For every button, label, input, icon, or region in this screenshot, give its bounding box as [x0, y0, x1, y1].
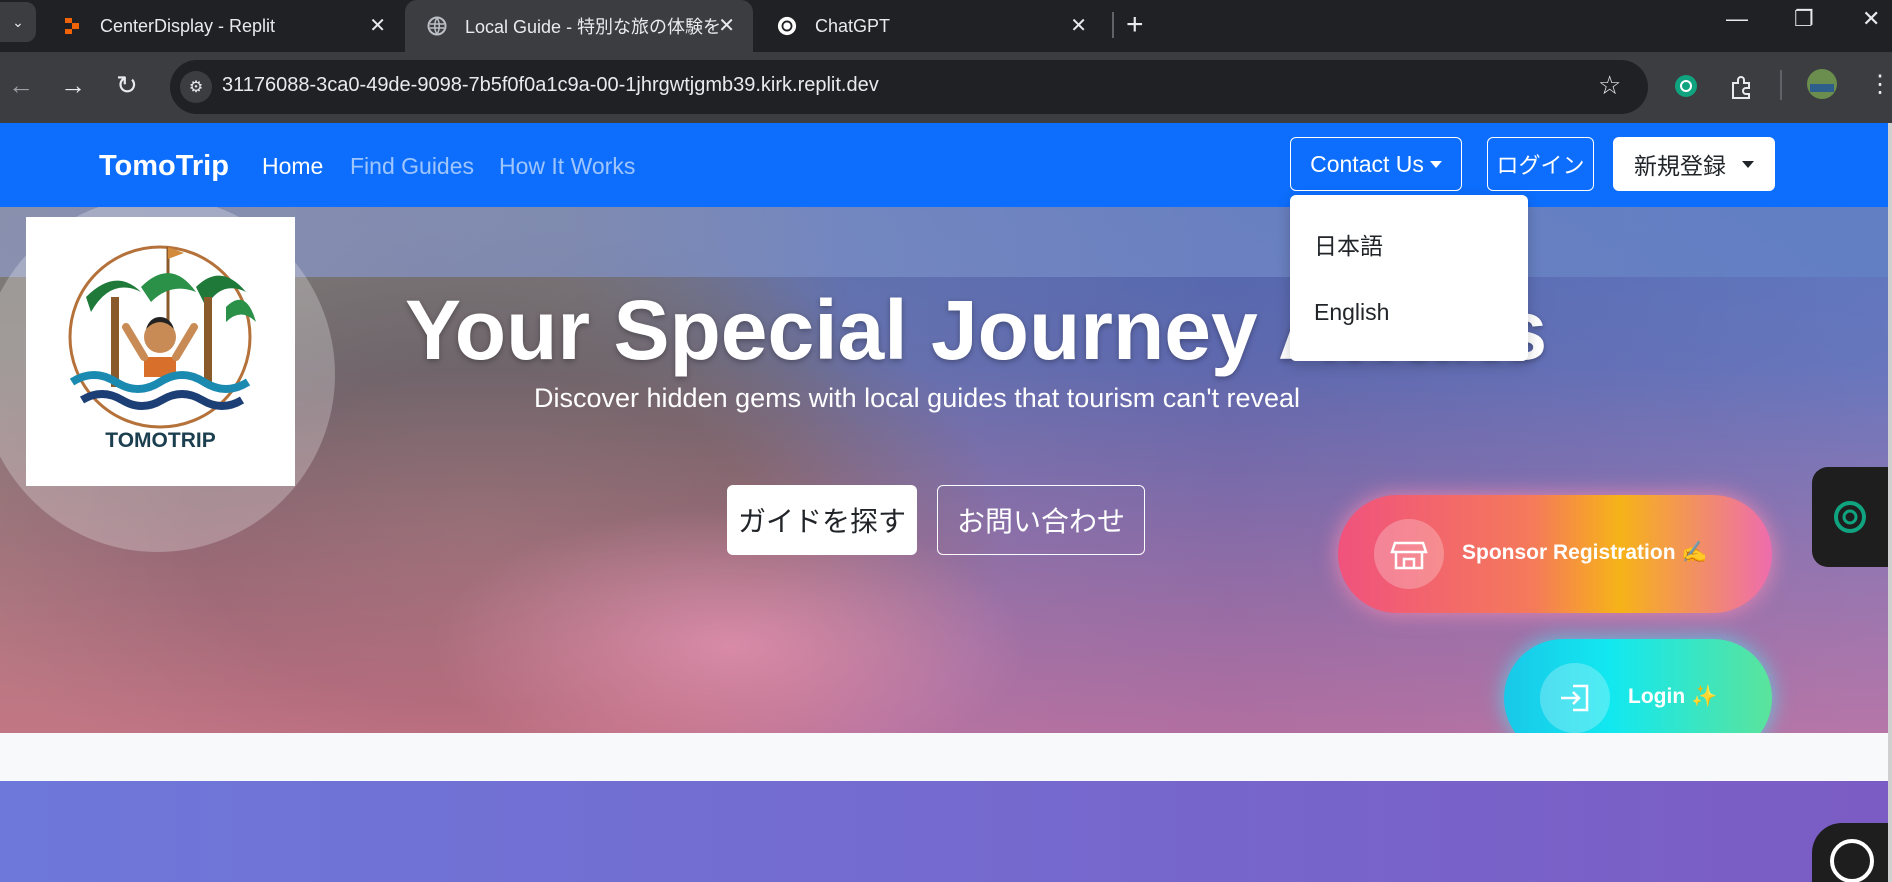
page-scrollbar[interactable] — [1888, 123, 1892, 882]
purple-section — [0, 781, 1888, 882]
tab-separator — [1112, 12, 1114, 38]
site-info-icon[interactable]: ⚙ — [180, 71, 212, 103]
toolbar-divider — [1780, 70, 1782, 100]
url-text[interactable]: 31176088-3ca0-49de-9098-7b5f0f0a1c9a-00-… — [222, 74, 879, 97]
sponsor-registration-label: Sponsor Registration ✍️ — [1462, 541, 1708, 564]
language-dropdown-menu: 日本語 English — [1290, 195, 1528, 361]
find-guide-button[interactable]: ガイドを探す — [727, 485, 917, 555]
hero-subtitle: Discover hidden gems with local guides t… — [534, 383, 1301, 413]
nav-home[interactable]: Home — [262, 153, 323, 180]
tab-replit[interactable]: CenterDisplay - Replit ✕ — [40, 0, 404, 52]
inquiry-button[interactable]: お問い合わせ — [937, 485, 1145, 555]
web-page: TomoTrip Home Find Guides How It Works C… — [0, 123, 1888, 882]
nav-find-guides[interactable]: Find Guides — [350, 153, 474, 180]
login-button[interactable]: ログイン — [1487, 137, 1594, 191]
site-navbar: TomoTrip Home Find Guides How It Works C… — [0, 123, 1888, 207]
tab-title: CenterDisplay - Replit — [100, 15, 276, 36]
tab-title: ChatGPT — [815, 15, 891, 36]
dropdown-item-english[interactable]: English — [1314, 299, 1389, 326]
back-icon[interactable]: ← — [8, 70, 34, 101]
profile-avatar[interactable] — [1806, 68, 1838, 105]
floating-login-label: Login ✨ — [1628, 685, 1718, 708]
tomotrip-logo[interactable]: TOMOTRIP — [26, 217, 295, 486]
minimize-icon[interactable]: — — [1726, 6, 1748, 32]
sponsor-registration-button[interactable]: Sponsor Registration ✍️ — [1338, 495, 1772, 613]
close-tab-icon[interactable]: ✕ — [369, 13, 386, 38]
chatgpt-icon — [777, 16, 797, 36]
brand-logo-text[interactable]: TomoTrip — [99, 150, 229, 183]
login-label: ログイン — [1496, 153, 1585, 178]
extensions-puzzle-icon[interactable] — [1728, 74, 1754, 105]
section-spacer — [0, 733, 1888, 781]
chatgpt-sidebar-icon[interactable] — [1812, 467, 1888, 567]
close-window-icon[interactable]: ✕ — [1862, 6, 1880, 32]
sign-in-icon — [1540, 663, 1610, 733]
tab-title: Local Guide - 特別な旅の体験を — [465, 17, 720, 37]
caret-down-icon — [1742, 160, 1754, 168]
hero-section: TOMOTRIP Your Special Journey Awaits Dis… — [0, 207, 1888, 733]
restore-icon[interactable]: ❐ — [1794, 6, 1814, 32]
logo-text: TOMOTRIP — [105, 429, 216, 452]
contact-us-label: Contact Us — [1310, 150, 1424, 177]
chatgpt-extension-icon[interactable] — [1674, 74, 1698, 103]
forward-icon[interactable]: → — [60, 70, 86, 101]
tab-chatgpt[interactable]: ChatGPT ✕ — [755, 0, 1105, 52]
register-dropdown-button[interactable]: 新規登録 — [1613, 137, 1775, 191]
register-label: 新規登録 — [1634, 153, 1726, 179]
store-icon — [1374, 519, 1444, 589]
browser-tabstrip: ⌄ CenterDisplay - Replit ✕ Local Guide -… — [0, 0, 1892, 52]
close-tab-icon[interactable]: ✕ — [718, 13, 735, 38]
dropdown-item-japanese[interactable]: 日本語 — [1314, 227, 1383, 261]
nav-how-it-works[interactable]: How It Works — [499, 153, 635, 180]
contact-us-dropdown-button[interactable]: Contact Us — [1290, 137, 1462, 191]
close-tab-icon[interactable]: ✕ — [1070, 13, 1087, 38]
chatgpt-floating-icon[interactable] — [1812, 823, 1888, 882]
globe-icon — [427, 16, 447, 36]
tab-list-button[interactable]: ⌄ — [0, 2, 36, 42]
new-tab-button[interactable]: + — [1126, 8, 1144, 42]
bookmark-star-icon[interactable]: ☆ — [1598, 70, 1621, 101]
browser-menu-icon[interactable]: ⋮ — [1868, 70, 1892, 99]
replit-icon — [62, 16, 82, 36]
tab-local-guide[interactable]: Local Guide - 特別な旅の体験を ✕ — [405, 0, 753, 52]
reload-icon[interactable]: ↻ — [116, 70, 138, 101]
caret-down-icon — [1429, 160, 1442, 168]
floating-login-button[interactable]: Login ✨ — [1504, 639, 1772, 733]
